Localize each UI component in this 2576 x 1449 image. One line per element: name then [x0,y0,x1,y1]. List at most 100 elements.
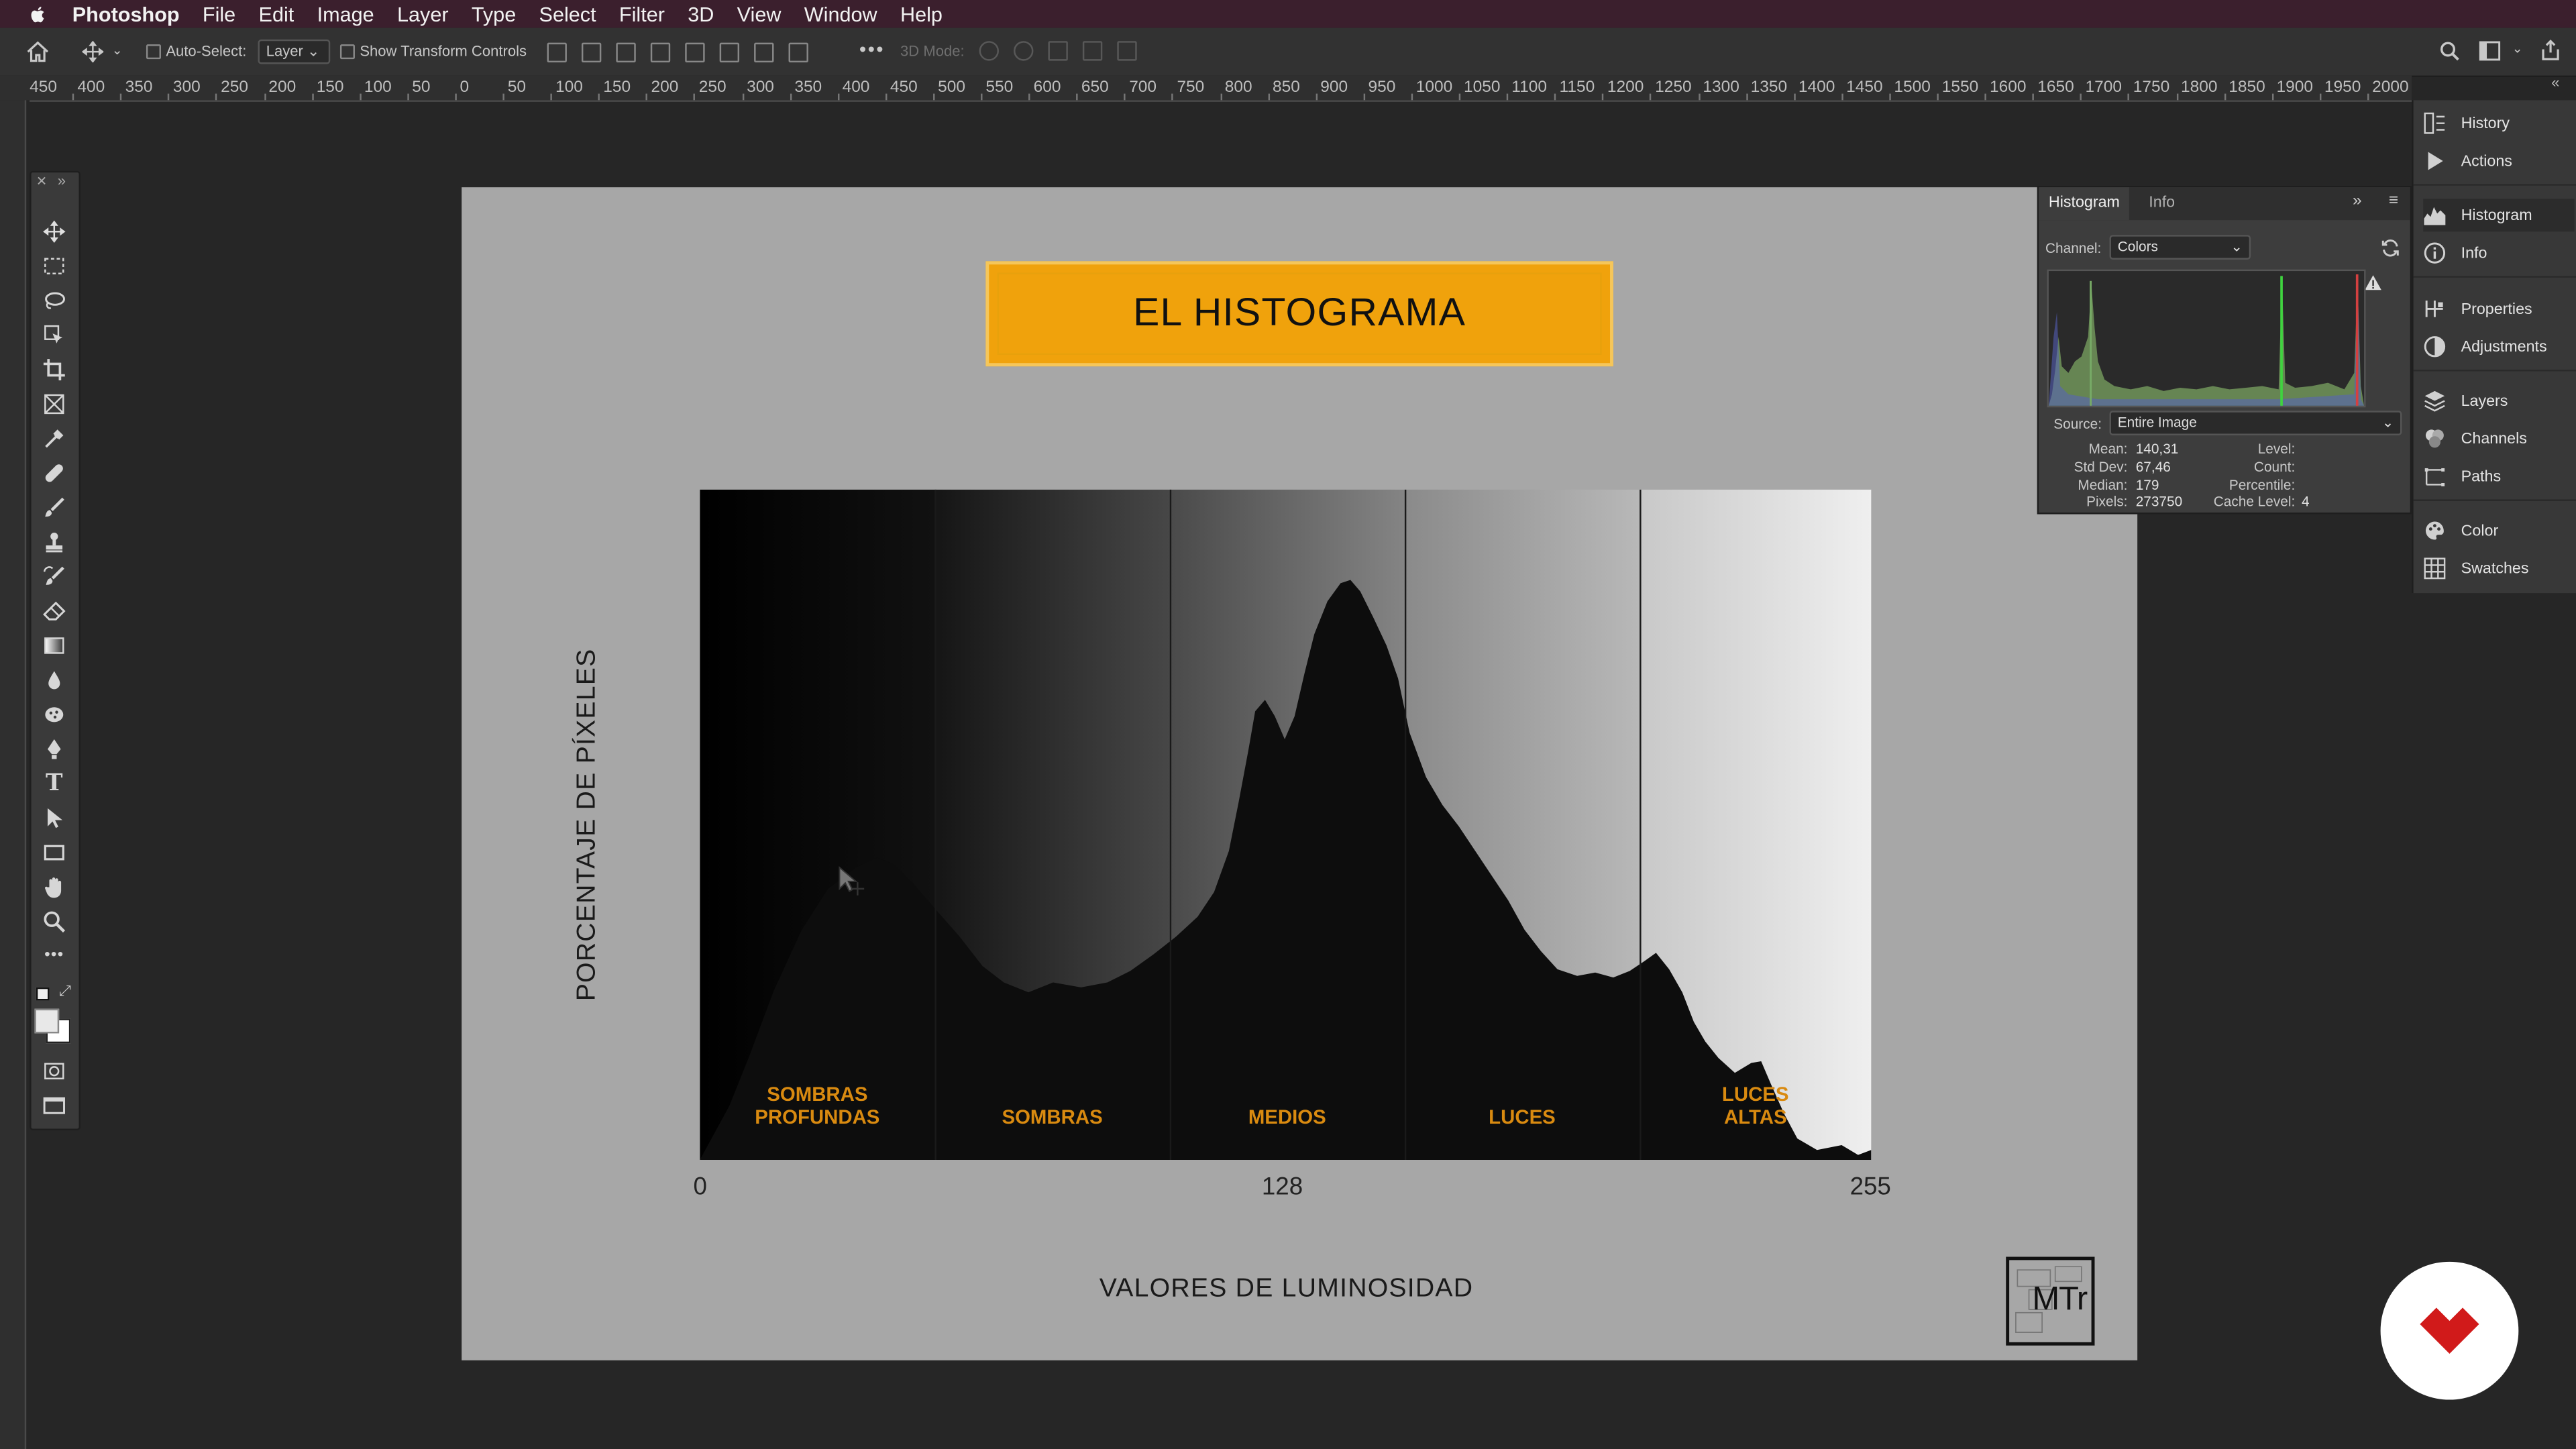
crop-tool-icon[interactable] [43,358,66,381]
more-options-icon[interactable]: ••• [859,38,885,60]
3d-orbit-icon[interactable] [979,41,999,61]
workspace-icon[interactable] [2479,41,2501,61]
lasso-tool-icon[interactable] [43,289,66,312]
menu-image[interactable]: Image [317,3,374,25]
menu-3d[interactable]: 3D [688,3,714,25]
menu-help[interactable]: Help [900,3,943,25]
refresh-icon[interactable] [2381,238,2400,258]
dock-item-channels[interactable]: Channels [2423,422,2574,455]
dock-item-info[interactable]: Info [2423,237,2574,270]
rectangle-tool-icon[interactable] [43,841,66,864]
source-select[interactable]: Entire Image ⌄ [2109,411,2402,435]
dock-item-adjustments[interactable]: Adjustments [2423,330,2574,363]
3d-scale-icon[interactable] [1117,41,1137,61]
warning-icon[interactable] [2364,274,2382,290]
align-top-icon[interactable] [685,42,705,63]
search-icon[interactable] [2440,41,2459,61]
share-icon[interactable] [2540,39,2561,61]
menu-app-name[interactable]: Photoshop [72,3,180,25]
collapse-dock-icon[interactable]: « [2551,74,2559,90]
ruler-tick-mark [1793,93,1795,101]
chevron-down-icon[interactable]: ⌄ [112,43,123,58]
adjustments-icon [2424,336,2446,358]
show-transform-checkbox[interactable]: Show Transform Controls [339,43,527,60]
distribute-icon[interactable] [650,42,671,63]
zone-label-line: ALTAS [1723,1106,1787,1129]
align-right-icon[interactable] [616,42,636,63]
horizontal-ruler[interactable]: 450 400 350 300 250 200 150 100 50 0 50 100 150 200 25… [30,75,2412,102]
screen-mode-icon[interactable] [43,1094,66,1117]
menu-window[interactable]: Window [804,3,877,25]
ruler-tick-label: 350 [794,78,822,97]
type-tool-icon[interactable]: T [43,772,66,795]
dock-item-history[interactable]: History [2423,107,2574,140]
gradient-tool-icon[interactable] [43,634,66,657]
menu-edit[interactable]: Edit [259,3,294,25]
move-tool-icon[interactable] [43,220,66,244]
dock-item-paths[interactable]: Paths [2423,460,2574,493]
panel-menu-icon[interactable]: ≡ [2389,193,2398,211]
menu-type[interactable]: Type [472,3,516,25]
distribute-v-icon[interactable] [788,42,808,63]
move-tool-icon[interactable] [82,41,104,63]
collapse-panel-icon[interactable]: » [2353,193,2362,211]
dock-item-properties[interactable]: Properties [2423,292,2574,325]
align-center-icon[interactable] [581,42,602,63]
more-tools-icon[interactable]: ••• [43,945,66,967]
quick-mask-icon[interactable] [43,1060,66,1083]
tab-histogram[interactable]: Histogram [2039,187,2130,221]
dock-item-layers[interactable]: Layers [2423,384,2574,417]
zone-label-deep-shadows: SOMBRAS PROFUNDAS [700,1083,934,1129]
default-colors-icon[interactable] [36,987,50,1001]
histogram-panel: Histogram Info » ≡ Channel: Colors ⌄ Sour… [2037,185,2412,515]
ruler-tick-mark [1124,93,1126,101]
frame-tool-icon[interactable] [43,392,66,415]
ruler-tick-mark [359,93,362,101]
history-brush-tool-icon[interactable] [43,565,66,588]
align-left-icon[interactable] [547,42,567,63]
sponge-tool-icon[interactable] [43,703,66,726]
marquee-tool-icon[interactable] [43,255,66,278]
menu-file[interactable]: File [203,3,235,25]
expand-icon[interactable]: » [58,172,66,189]
stat-mean-value: 140,31 [2135,440,2179,457]
auto-select-checkbox[interactable]: Auto-Select: [146,43,246,60]
align-bottom-icon[interactable] [754,42,774,63]
clone-stamp-tool-icon[interactable] [43,531,66,553]
home-icon[interactable] [26,41,49,62]
dock-item-actions[interactable]: Actions [2423,145,2574,178]
chevron-down-icon[interactable]: ⌄ [2512,41,2523,56]
menu-layer[interactable]: Layer [397,3,449,25]
dock-item-swatches[interactable]: Swatches [2423,552,2574,585]
ruler-tick-mark [1984,93,1987,101]
eyedropper-tool-icon[interactable] [43,427,66,450]
menu-filter[interactable]: Filter [619,3,665,25]
apple-icon[interactable] [26,3,49,25]
dock-item-histogram[interactable]: Histogram [2423,199,2575,232]
align-middle-icon[interactable] [719,42,740,63]
swap-colors-icon[interactable]: ⤢ [59,983,71,1001]
vertical-ruler[interactable] [0,100,27,1449]
eraser-tool-icon[interactable] [43,600,66,623]
foreground-color-swatch[interactable] [34,1008,60,1034]
3d-roll-icon[interactable] [1014,41,1034,61]
3d-slide-icon[interactable] [1082,41,1103,61]
dock-item-color[interactable]: Color [2423,515,2574,547]
menu-select[interactable]: Select [539,3,596,25]
histogram-graph-svg [2048,274,2365,406]
menu-view[interactable]: View [737,3,782,25]
blur-tool-icon[interactable] [43,669,66,692]
channel-select[interactable]: Colors ⌄ [2109,235,2251,260]
auto-select-dropdown[interactable]: Layer ⌄ [258,39,331,64]
healing-brush-tool-icon[interactable] [43,462,66,484]
close-icon[interactable]: ✕ [36,174,47,189]
brush-tool-icon[interactable] [43,496,66,519]
3d-pan-icon[interactable] [1048,41,1068,61]
zoom-tool-icon[interactable] [43,910,66,933]
path-selection-tool-icon[interactable] [43,806,66,829]
hand-tool-icon[interactable] [43,875,66,898]
tab-info[interactable]: Info [2139,187,2185,220]
auto-select-value: Layer [266,42,303,60]
pen-tool-icon[interactable] [43,738,66,761]
object-select-tool-icon[interactable] [43,323,66,346]
